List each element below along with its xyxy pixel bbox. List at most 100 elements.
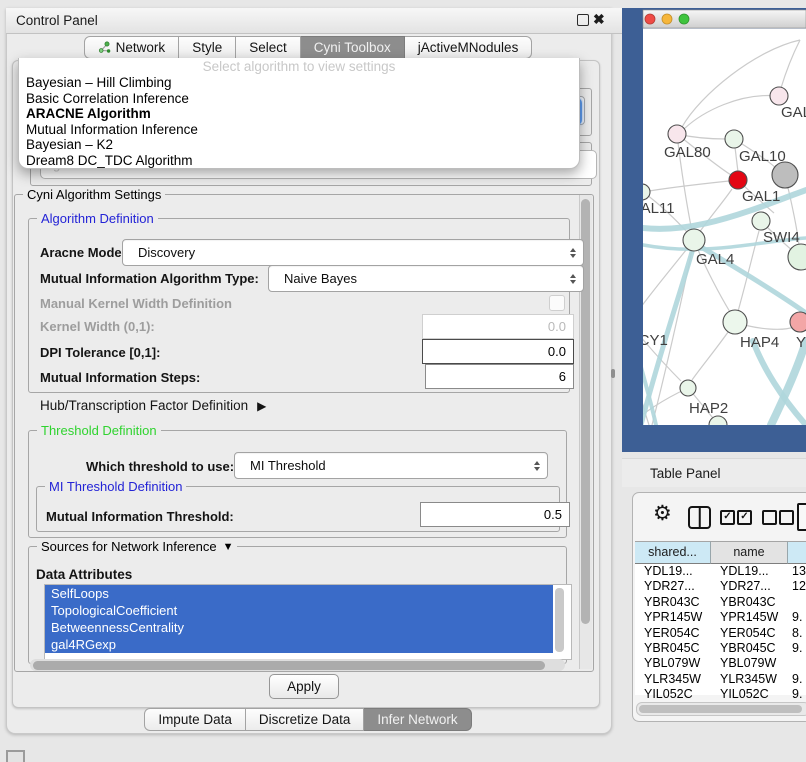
table-cell[interactable]: YPR145W bbox=[635, 610, 711, 625]
tab-cyni-toolbox[interactable]: Cyni Toolbox bbox=[301, 36, 405, 59]
network-node-swi4[interactable] bbox=[752, 212, 770, 230]
mi-threshold-field[interactable]: 0.5 bbox=[420, 502, 570, 527]
aracne-mode-value: Discovery bbox=[138, 245, 195, 260]
control-panel-title: Control Panel bbox=[16, 13, 98, 28]
algorithm-option-basic-correlation-inference[interactable]: Basic Correlation Inference bbox=[19, 91, 579, 107]
select-all-checkboxes-icon[interactable]: ✓ bbox=[737, 510, 752, 525]
tab-label: Select bbox=[249, 37, 287, 58]
algorithm-option-dream8-dc-tdc-algorithm[interactable]: Dream8 DC_TDC Algorithm bbox=[19, 153, 579, 169]
table-cell[interactable]: YPR145W bbox=[711, 610, 788, 625]
tab-style[interactable]: Style bbox=[179, 36, 236, 59]
collapse-arrow-icon[interactable]: ▼ bbox=[223, 541, 234, 553]
aracne-mode-combo[interactable]: Discovery bbox=[122, 239, 584, 266]
horizontal-scrollbar-thumb[interactable] bbox=[33, 661, 545, 670]
algorithm-option-bayesian-k2[interactable]: Bayesian – K2 bbox=[19, 137, 579, 153]
table-cell[interactable]: YBR045C bbox=[635, 641, 711, 656]
table-cell[interactable]: YBR045C bbox=[711, 641, 788, 656]
table-cell[interactable]: YDR27... bbox=[635, 579, 711, 594]
table-scrollbar-thumb[interactable] bbox=[639, 705, 802, 713]
minimize-traffic-icon[interactable] bbox=[662, 14, 672, 24]
table-cell[interactable]: 9. bbox=[788, 687, 806, 702]
mi-type-combo[interactable]: Naive Bayes bbox=[268, 265, 584, 292]
node-label-y: Y bbox=[796, 334, 806, 351]
table-cell[interactable]: YLR345W bbox=[635, 672, 711, 687]
close-traffic-icon[interactable] bbox=[645, 14, 655, 24]
attribute-item-betweennesscentrality[interactable]: BetweennessCentrality bbox=[45, 619, 553, 636]
table-cell[interactable] bbox=[788, 595, 806, 610]
network-node-gal1[interactable] bbox=[729, 171, 747, 189]
mi-threshold-label: Mutual Information Threshold: bbox=[46, 509, 234, 524]
table-cell[interactable]: YDL19... bbox=[635, 564, 711, 579]
attribute-item-topologicalcoefficient[interactable]: TopologicalCoefficient bbox=[45, 602, 553, 619]
tab-infer-network[interactable]: Infer Network bbox=[364, 708, 471, 731]
attribute-item-selfloops[interactable]: SelfLoops bbox=[45, 585, 553, 602]
expand-arrow-icon[interactable]: ▶ bbox=[257, 399, 266, 413]
column-header-shared[interactable]: shared... bbox=[635, 541, 711, 564]
data-attributes-list[interactable]: SelfLoopsTopologicalCoefficientBetweenne… bbox=[44, 584, 572, 660]
table-cell[interactable]: YER054C bbox=[711, 626, 788, 641]
table-cell[interactable]: YDL19... bbox=[711, 564, 788, 579]
table-panel-title: Table Panel bbox=[650, 466, 721, 481]
zoom-traffic-icon[interactable] bbox=[679, 14, 689, 24]
algorithm-option-mutual-information-inference[interactable]: Mutual Information Inference bbox=[19, 122, 579, 138]
apply-button-label: Apply bbox=[287, 679, 321, 694]
network-node-y[interactable] bbox=[790, 312, 806, 332]
column-header-name[interactable]: name bbox=[711, 541, 788, 564]
attribute-item-gal4rgexp[interactable]: gal4RGexp bbox=[45, 636, 553, 653]
gear-icon[interactable]: ⚙ bbox=[653, 503, 672, 525]
tab-discretize-data[interactable]: Discretize Data bbox=[246, 708, 365, 731]
dpi-tolerance-field[interactable]: 0.0 bbox=[422, 339, 574, 364]
table-cell[interactable]: YIL052C bbox=[635, 687, 711, 702]
select-all-checkboxes-icon[interactable]: ✓ bbox=[720, 510, 735, 525]
table-cell[interactable]: 8. bbox=[788, 626, 806, 641]
sources-group-header[interactable]: Sources for Network Inference ▼ bbox=[37, 539, 237, 554]
table-cell[interactable]: YIL052C bbox=[711, 687, 788, 702]
network-node-gal10[interactable] bbox=[725, 130, 743, 148]
table-cell[interactable]: 9. bbox=[788, 610, 806, 625]
mi-steps-value: 6 bbox=[559, 369, 566, 384]
network-view-window[interactable]: GALGAL80GAL10GAL1GAL11SWI4GAL4GCY1HAP4YH… bbox=[622, 8, 806, 452]
network-node-gal80[interactable] bbox=[668, 125, 686, 143]
table-cell[interactable]: 12 bbox=[788, 579, 806, 594]
panel-splitter-handle[interactable] bbox=[611, 369, 615, 378]
table-cell[interactable]: 13 bbox=[788, 564, 806, 579]
table-cell[interactable]: YDR27... bbox=[711, 579, 788, 594]
new-table-icon[interactable] bbox=[797, 503, 806, 531]
table-cell[interactable] bbox=[788, 656, 806, 671]
tab-jactivemnodules[interactable]: jActiveMNodules bbox=[405, 36, 533, 59]
deselect-all-checkboxes-icon[interactable] bbox=[779, 510, 794, 525]
deselect-all-checkboxes-icon[interactable] bbox=[762, 510, 777, 525]
table-cell[interactable]: 9. bbox=[788, 641, 806, 656]
network-node-gal4[interactable] bbox=[683, 229, 705, 251]
algorithm-option-aracne-algorithm[interactable]: ARACNE Algorithm bbox=[19, 106, 579, 122]
table-cell[interactable]: 9. bbox=[788, 672, 806, 687]
algorithm-option-bayesian-hill-climbing[interactable]: Bayesian – Hill Climbing bbox=[19, 75, 579, 91]
mi-steps-field[interactable]: 6 bbox=[425, 364, 574, 389]
tab-impute-data[interactable]: Impute Data bbox=[144, 708, 246, 731]
list-scrollbar-thumb[interactable] bbox=[555, 588, 564, 652]
apply-button[interactable]: Apply bbox=[269, 674, 339, 699]
table-cell[interactable]: YBL079W bbox=[711, 656, 788, 671]
collapsed-panel-icon[interactable] bbox=[6, 750, 25, 762]
which-threshold-combo[interactable]: MI Threshold bbox=[234, 452, 548, 479]
column-header-a[interactable]: A bbox=[788, 541, 806, 564]
table-cell[interactable]: YBL079W bbox=[635, 656, 711, 671]
split-columns-icon[interactable] bbox=[688, 506, 711, 529]
node-label-gal10: GAL10 bbox=[739, 148, 786, 165]
table-cell[interactable]: YLR345W bbox=[711, 672, 788, 687]
table-cell[interactable]: YER054C bbox=[635, 626, 711, 641]
close-panel-icon[interactable]: ✖ bbox=[593, 14, 605, 24]
table-scrollbar-track[interactable] bbox=[636, 702, 806, 716]
node-table: shared...nameAYDL19...YDL19...13YDR27...… bbox=[635, 541, 806, 695]
network-node-hap2[interactable] bbox=[680, 380, 696, 396]
network-node-unlabeled[interactable] bbox=[772, 162, 798, 188]
application-window: Control Panel ✖ NetworkStyle Select Cyni T… bbox=[0, 0, 806, 762]
network-node-hap4[interactable] bbox=[723, 310, 747, 334]
table-cell[interactable]: YBR043C bbox=[711, 595, 788, 610]
tab-network[interactable]: Network bbox=[84, 36, 180, 59]
hub-definition-toggle[interactable]: Hub/Transcription Factor Definition ▶ bbox=[40, 398, 266, 413]
table-cell[interactable]: YBR043C bbox=[635, 595, 711, 610]
tab-select[interactable]: Select bbox=[236, 36, 301, 59]
network-node-gal[interactable] bbox=[770, 87, 788, 105]
float-window-icon[interactable] bbox=[577, 14, 589, 26]
